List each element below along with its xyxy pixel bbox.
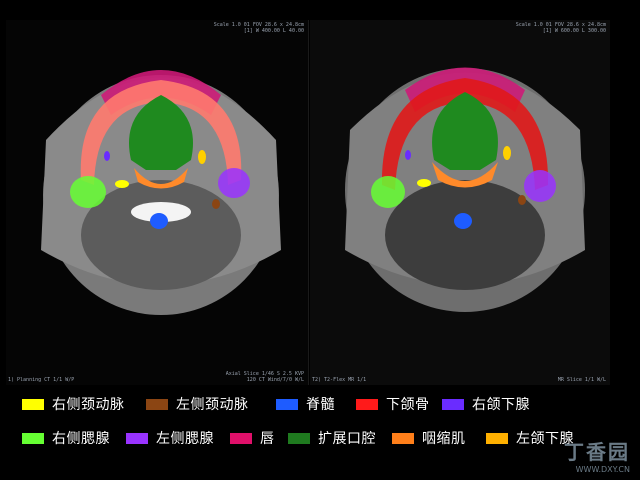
legend-label: 下颌骨 [386, 397, 430, 413]
ct-image-panel: Scale 1.0 01 FOV 28.6 x 24.8cm [1] W 400… [6, 20, 309, 385]
legend-item: 扩展口腔 [288, 426, 376, 450]
legend-swatch [230, 432, 252, 444]
legend-row-2: 右侧腮腺 左侧腮腺 唇 扩展口腔 咽缩肌 左颌下腺 [0, 426, 640, 450]
legend-label: 咽缩肌 [422, 431, 466, 447]
legend-swatch [22, 432, 44, 444]
legend-label: 唇 [260, 431, 275, 447]
structure-legend: 右侧颈动脉 左侧颈动脉 脊髓 下颌骨 右颌下腺 右侧腮腺 左侧腮腺 唇 扩展口腔… [0, 392, 640, 480]
mr-footer-right: MR Slice 1/1 W/L [557, 377, 606, 383]
legend-label: 左侧颈动脉 [176, 397, 249, 413]
legend-swatch [392, 432, 414, 444]
legend-swatch [146, 398, 168, 410]
legend-item: 左颌下腺 [486, 426, 574, 450]
legend-item: 左侧腮腺 [126, 426, 214, 450]
legend-label: 脊髓 [306, 397, 335, 413]
watermark: 丁香园 WWW.DXY.CN [564, 436, 630, 474]
mr-axial-slice-image [345, 67, 585, 312]
legend-swatch [22, 398, 44, 410]
ct-footer-left: 1) Planning CT 1/1 W/P [8, 377, 75, 383]
legend-label: 右侧颈动脉 [52, 397, 125, 413]
legend-item: 右侧腮腺 [22, 426, 110, 450]
ct-axial-slice-image [41, 70, 281, 315]
legend-label: 右颌下腺 [472, 397, 530, 413]
legend-item: 左侧颈动脉 [146, 392, 249, 416]
legend-swatch [126, 432, 148, 444]
mr-image-panel: Scale 1.0 01 FOV 28.6 x 24.8cm [1] W 600… [310, 20, 610, 385]
legend-row-1: 右侧颈动脉 左侧颈动脉 脊髓 下颌骨 右颌下腺 [0, 392, 640, 416]
watermark-url: WWW.DXY.CN [575, 465, 630, 474]
legend-swatch [486, 432, 508, 444]
legend-item: 下颌骨 [356, 392, 430, 416]
ct-footer-right: Axial Slice 1/46 S 2.5 KVP 120 CT Wind/7… [225, 371, 304, 383]
mr-header-window: [1] W 600.00 L 300.00 [542, 28, 606, 34]
legend-swatch [288, 432, 310, 444]
legend-swatch [356, 398, 378, 410]
legend-item: 右侧颈动脉 [22, 392, 125, 416]
mr-footer-left: T2) T2-Flex MR 1/1 [312, 377, 367, 383]
legend-item: 咽缩肌 [392, 426, 466, 450]
legend-label: 左侧腮腺 [156, 431, 214, 447]
legend-swatch [276, 398, 298, 410]
watermark-logo: 丁香园 [564, 440, 630, 464]
legend-item: 唇 [230, 426, 275, 450]
legend-swatch [442, 398, 464, 410]
legend-label: 扩展口腔 [318, 431, 376, 447]
ct-header-window: [1] W 400.00 L 40.00 [243, 28, 304, 34]
legend-item: 右颌下腺 [442, 392, 530, 416]
legend-label: 右侧腮腺 [52, 431, 110, 447]
legend-item: 脊髓 [276, 392, 335, 416]
